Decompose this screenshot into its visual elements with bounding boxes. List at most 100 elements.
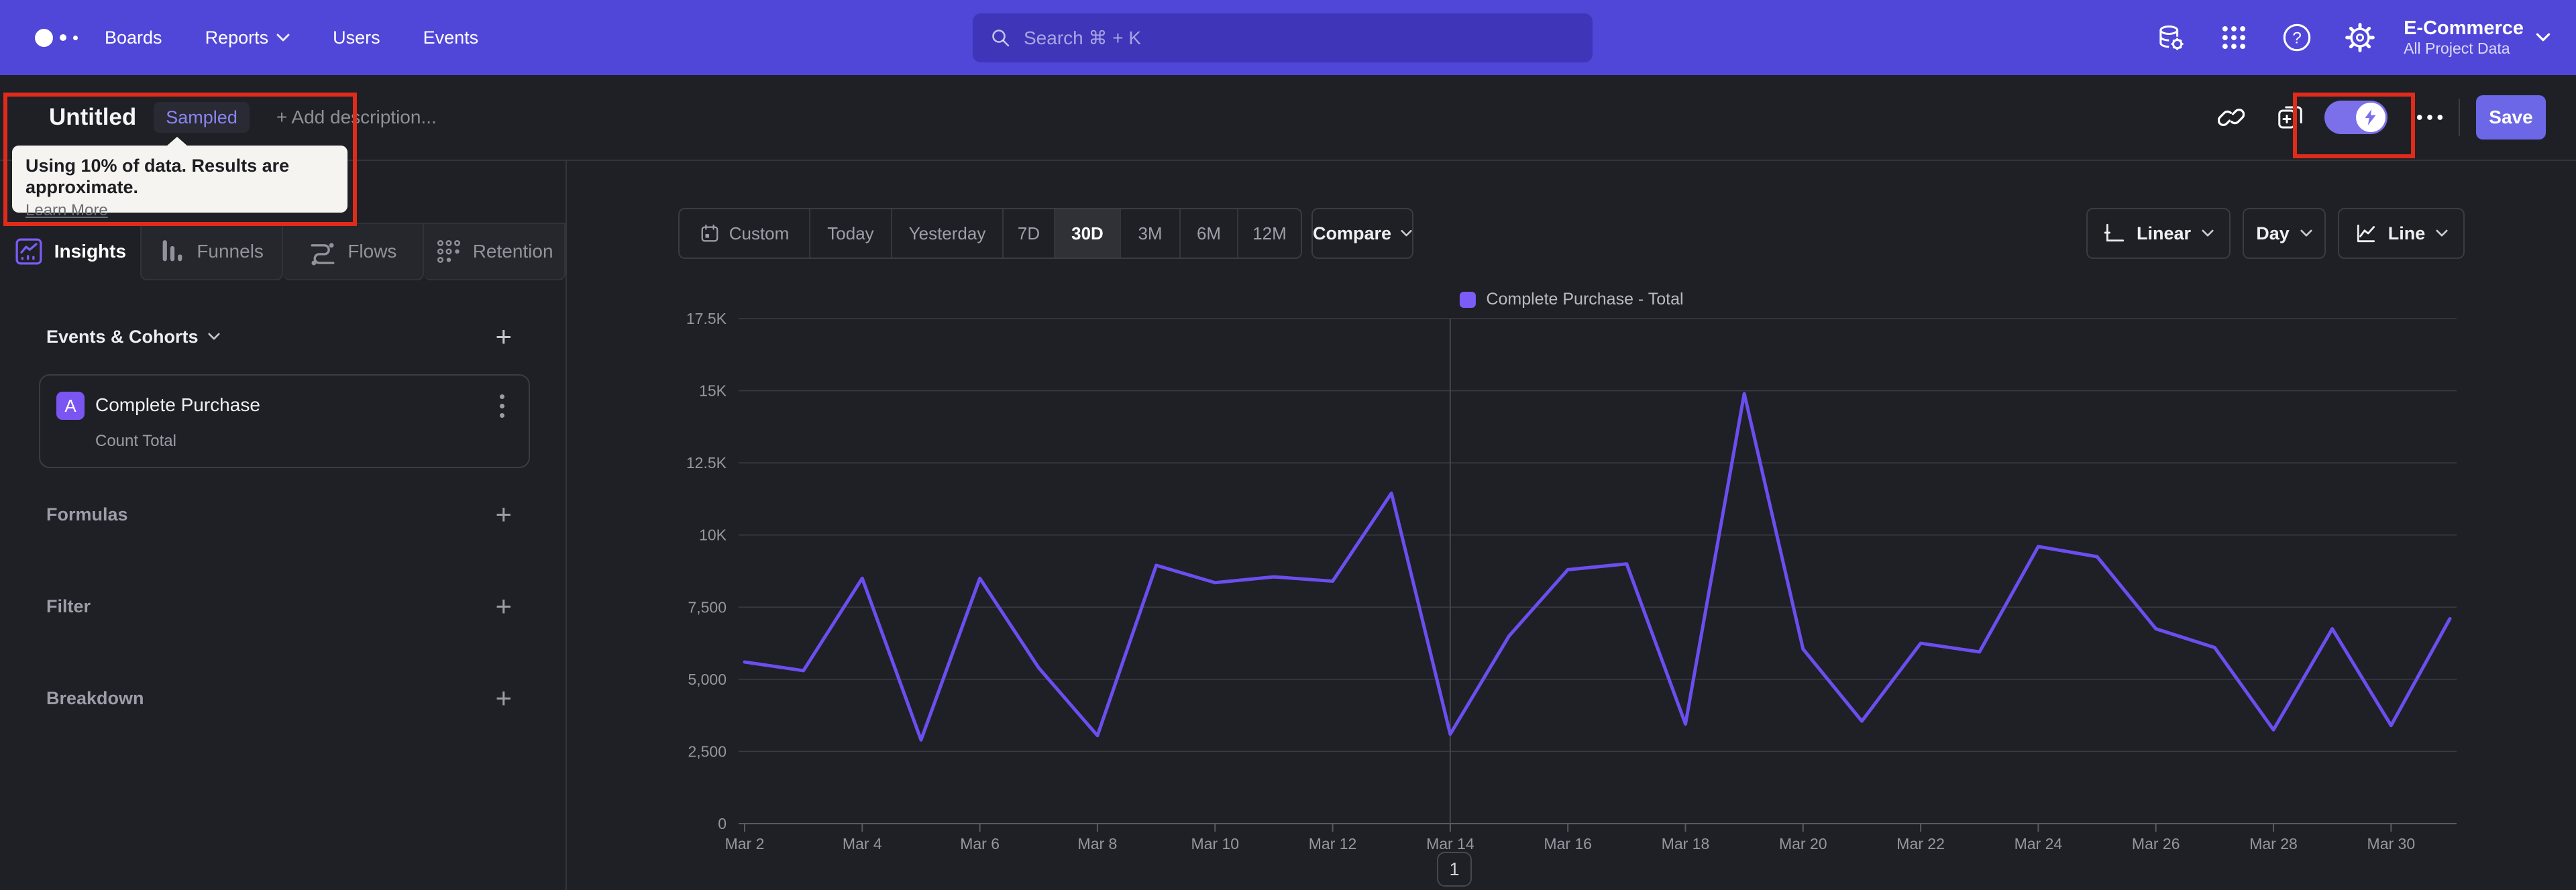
- nav-item-events[interactable]: Events: [423, 27, 479, 48]
- add-formula-button[interactable]: +: [495, 500, 512, 529]
- search-icon: [992, 29, 1010, 46]
- line-chart-icon: [2357, 224, 2375, 243]
- axis-scale-icon: [2104, 223, 2125, 242]
- svg-text:Mar 24: Mar 24: [2015, 835, 2063, 852]
- filter-section: Filter +: [46, 592, 512, 621]
- tab-insights[interactable]: Insights: [0, 223, 140, 280]
- chevron-down-icon: [1401, 229, 1412, 237]
- top-nav-menu: Boards Reports Users Events: [105, 27, 478, 48]
- report-title-bar: Untitled Sampled + Add description... Sa…: [0, 75, 2576, 161]
- svg-text:Mar 22: Mar 22: [1896, 835, 1945, 852]
- compare-button[interactable]: Compare: [1311, 208, 1413, 259]
- tab-funnels[interactable]: Funnels: [140, 223, 283, 280]
- scale-dropdown[interactable]: Linear: [2086, 208, 2231, 259]
- retention-icon: [437, 240, 460, 263]
- add-description[interactable]: + Add description...: [276, 107, 437, 128]
- tooltip-caret: [166, 137, 188, 146]
- report-actions: Save: [2217, 75, 2546, 160]
- help-icon[interactable]: ?: [2282, 22, 2312, 53]
- apps-grid-icon[interactable]: [2218, 22, 2249, 53]
- mixpanel-logo-icon[interactable]: [35, 28, 78, 47]
- svg-text:Mar 10: Mar 10: [1191, 835, 1239, 852]
- svg-text:2,500: 2,500: [688, 742, 727, 760]
- project-scope: All Project Data: [2404, 40, 2510, 58]
- settings-gear-icon[interactable]: [2345, 22, 2375, 53]
- svg-text:Mar 8: Mar 8: [1078, 835, 1118, 852]
- chart-display-controls: Linear Day Line: [2086, 208, 2465, 259]
- learn-more-link[interactable]: Learn More: [25, 201, 108, 220]
- svg-text:Mar 14: Mar 14: [1426, 835, 1474, 852]
- project-switcher[interactable]: E-Commerce All Project Data: [2404, 17, 2551, 58]
- event-letter-badge: A: [56, 392, 85, 420]
- svg-text:7,500: 7,500: [688, 598, 727, 616]
- range-yesterday[interactable]: Yesterday: [892, 209, 1004, 258]
- breakdown-label: Breakdown: [46, 687, 144, 708]
- calendar-icon: [701, 224, 718, 242]
- svg-text:Mar 20: Mar 20: [1779, 835, 1827, 852]
- formulas-label: Formulas: [46, 504, 128, 524]
- range-30d[interactable]: 30D: [1055, 209, 1121, 258]
- pagination-page-1[interactable]: 1: [1437, 852, 1472, 887]
- chevron-down-icon: [2300, 229, 2312, 237]
- event-row-complete-purchase[interactable]: A Complete Purchase Count Total: [39, 374, 530, 468]
- svg-text:Mar 2: Mar 2: [725, 835, 765, 852]
- svg-text:0: 0: [718, 815, 727, 832]
- chevron-down-icon: [2202, 229, 2214, 237]
- svg-text:Mar 12: Mar 12: [1309, 835, 1357, 852]
- event-metric[interactable]: Count Total: [95, 432, 176, 451]
- tooltip-text: Using 10% of data. Results are approxima…: [25, 156, 290, 198]
- add-event-button[interactable]: +: [495, 323, 512, 351]
- sampled-badge[interactable]: Sampled: [154, 102, 250, 133]
- flows-icon: [311, 243, 335, 266]
- top-nav: Boards Reports Users Events Search ⌘ + K: [0, 0, 2576, 75]
- svg-text:?: ?: [2292, 30, 2302, 48]
- svg-text:Mar 6: Mar 6: [960, 835, 1000, 852]
- range-12m[interactable]: 12M: [1238, 209, 1301, 258]
- range-7d[interactable]: 7D: [1004, 209, 1055, 258]
- sampling-toggle[interactable]: [2324, 101, 2387, 134]
- range-today[interactable]: Today: [810, 209, 892, 258]
- svg-text:12.5K: 12.5K: [686, 454, 727, 471]
- copy-link-icon[interactable]: [2217, 103, 2245, 131]
- data-management-icon[interactable]: [2155, 22, 2186, 53]
- range-custom[interactable]: Custom: [680, 209, 810, 258]
- range-6m[interactable]: 6M: [1181, 209, 1238, 258]
- sampling-tooltip: Using 10% of data. Results are approxima…: [12, 137, 347, 219]
- range-3m[interactable]: 3M: [1121, 209, 1181, 258]
- nav-item-reports[interactable]: Reports: [205, 27, 290, 48]
- chevron-down-icon: [276, 34, 290, 41]
- chart-type-dropdown[interactable]: Line: [2338, 208, 2465, 259]
- add-breakdown-button[interactable]: +: [495, 684, 512, 712]
- svg-text:Mar 4: Mar 4: [843, 835, 882, 852]
- breakdown-section: Breakdown +: [46, 683, 512, 713]
- add-filter-button[interactable]: +: [495, 592, 512, 620]
- svg-text:Mar 18: Mar 18: [1662, 835, 1710, 852]
- save-button[interactable]: Save: [2476, 95, 2546, 140]
- line-chart[interactable]: 0 2,500 5,000 7,500 10K 12.5K 15K 17.5K Mar 2 Mar…: [567, 282, 2576, 890]
- top-nav-right: ? E-Commerce All Project Data: [2123, 0, 2551, 75]
- add-to-board-icon[interactable]: [2276, 103, 2304, 131]
- event-options-icon[interactable]: [488, 390, 515, 421]
- insights-icon: [15, 238, 42, 265]
- filter-label: Filter: [46, 596, 91, 616]
- report-type-tabs: Insights Funnels Flows Retention: [0, 223, 566, 280]
- tab-flows[interactable]: Flows: [282, 223, 425, 280]
- report-title[interactable]: Untitled: [49, 104, 136, 131]
- events-cohorts-label[interactable]: Events & Cohorts: [46, 327, 220, 347]
- svg-text:Mar 30: Mar 30: [2367, 835, 2416, 852]
- project-name: E-Commerce: [2404, 17, 2524, 40]
- funnels-icon: [162, 240, 182, 262]
- chevron-down-icon: [2536, 33, 2551, 42]
- search-input[interactable]: Search ⌘ + K: [973, 13, 1593, 62]
- chevron-down-icon: [2436, 229, 2448, 237]
- svg-text:15K: 15K: [699, 382, 727, 400]
- tab-retention[interactable]: Retention: [424, 223, 566, 280]
- nav-item-users[interactable]: Users: [333, 27, 380, 48]
- more-menu-icon[interactable]: [2416, 103, 2444, 131]
- granularity-dropdown[interactable]: Day: [2243, 208, 2326, 259]
- divider: [2459, 99, 2460, 136]
- nav-item-boards[interactable]: Boards: [105, 27, 162, 48]
- query-builder-sidebar: Insights Funnels Flows Retention Events …: [0, 161, 567, 890]
- svg-text:Mar 16: Mar 16: [1544, 835, 1592, 852]
- event-name[interactable]: Complete Purchase: [95, 394, 260, 416]
